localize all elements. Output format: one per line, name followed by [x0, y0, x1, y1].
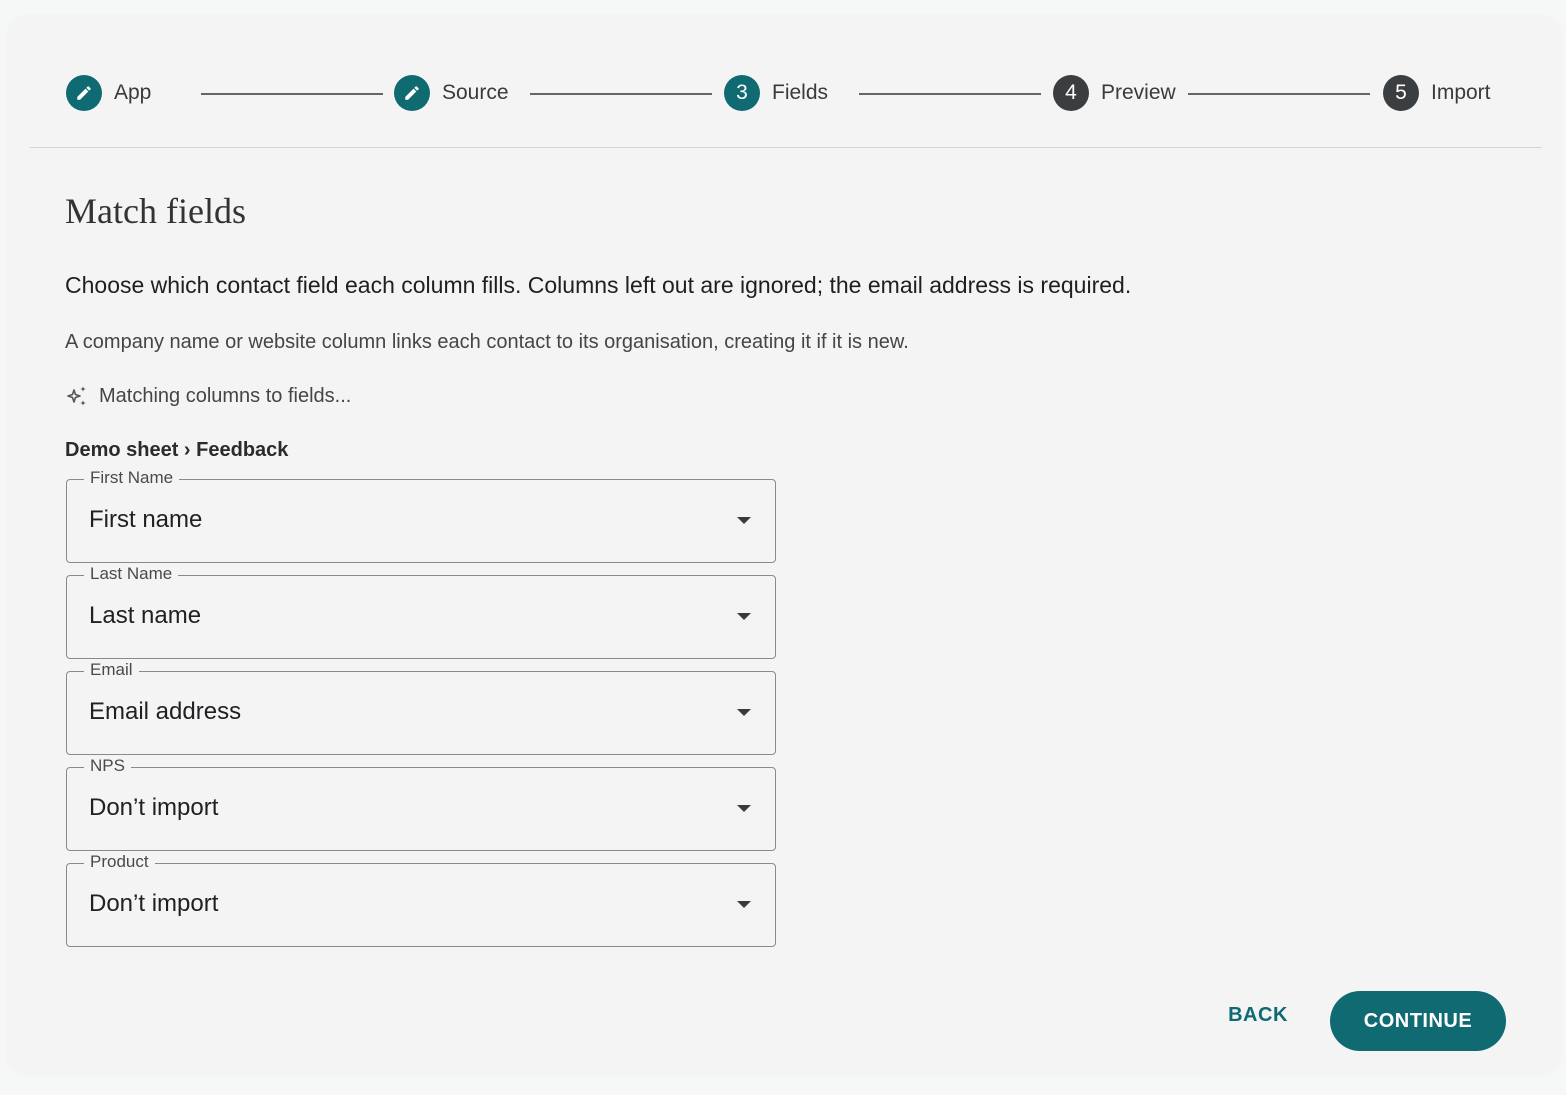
dropdown-arrow-icon [737, 805, 751, 812]
step-connector [1188, 93, 1370, 95]
step-number-badge: 3 [724, 75, 760, 111]
step-fields[interactable]: 3 Fields [724, 75, 828, 111]
field-label: First Name [84, 468, 180, 488]
field-value: Don’t import [89, 794, 219, 821]
step-source[interactable]: Source [394, 75, 509, 111]
step-connector [201, 93, 383, 95]
field-select-last-name[interactable]: Last Name Last name [66, 564, 776, 659]
import-wizard-card: App Source 3 Fields 4 Preview 5 Import M [6, 14, 1562, 1076]
field-select-email[interactable]: Email Email address [66, 660, 776, 755]
pencil-icon [66, 75, 102, 111]
field-value: First name [89, 506, 203, 533]
field-value: Email address [89, 698, 242, 725]
step-label: Preview [1101, 81, 1176, 104]
step-import[interactable]: 5 Import [1383, 75, 1491, 111]
step-number-badge: 4 [1053, 75, 1089, 111]
field-label: Email [84, 660, 139, 680]
field-value: Last name [89, 602, 202, 629]
dropdown-arrow-icon [737, 517, 751, 524]
dropdown-arrow-icon [737, 901, 751, 908]
field-value: Don’t import [89, 890, 219, 917]
field-label: Product [84, 852, 155, 872]
continue-button[interactable]: CONTINUE [1330, 991, 1506, 1051]
field-select-nps[interactable]: NPS Don’t import [66, 756, 776, 851]
step-connector [530, 93, 712, 95]
back-button[interactable]: BACK [1216, 1004, 1300, 1034]
field-select-first-name[interactable]: First Name First name [66, 468, 776, 563]
helper-text: A company name or website column links e… [65, 331, 909, 353]
dropdown-arrow-icon [737, 709, 751, 716]
step-label: Source [442, 81, 509, 104]
instructions-text: Choose which contact field each column f… [65, 272, 1132, 298]
matching-status-text: Matching columns to fields... [99, 384, 352, 407]
sheet-breadcrumb: Demo sheet › Feedback [65, 439, 289, 461]
sparkle-icon [67, 386, 86, 406]
field-label: Last Name [84, 564, 179, 584]
dropdown-arrow-icon [737, 613, 751, 620]
field-label: NPS [84, 756, 131, 776]
step-preview[interactable]: 4 Preview [1053, 75, 1176, 111]
step-app[interactable]: App [66, 75, 151, 111]
matching-status: Matching columns to fields... [65, 384, 351, 408]
step-number-badge: 5 [1383, 75, 1419, 111]
page-title: Match fields [65, 191, 246, 231]
step-connector [859, 93, 1041, 95]
step-label: App [114, 81, 152, 104]
pencil-icon [394, 75, 430, 111]
field-select-product[interactable]: Product Don’t import [66, 852, 776, 947]
step-label: Import [1431, 81, 1491, 104]
stepper: App Source 3 Fields 4 Preview 5 Import [30, 14, 1542, 148]
step-label: Fields [772, 81, 829, 104]
